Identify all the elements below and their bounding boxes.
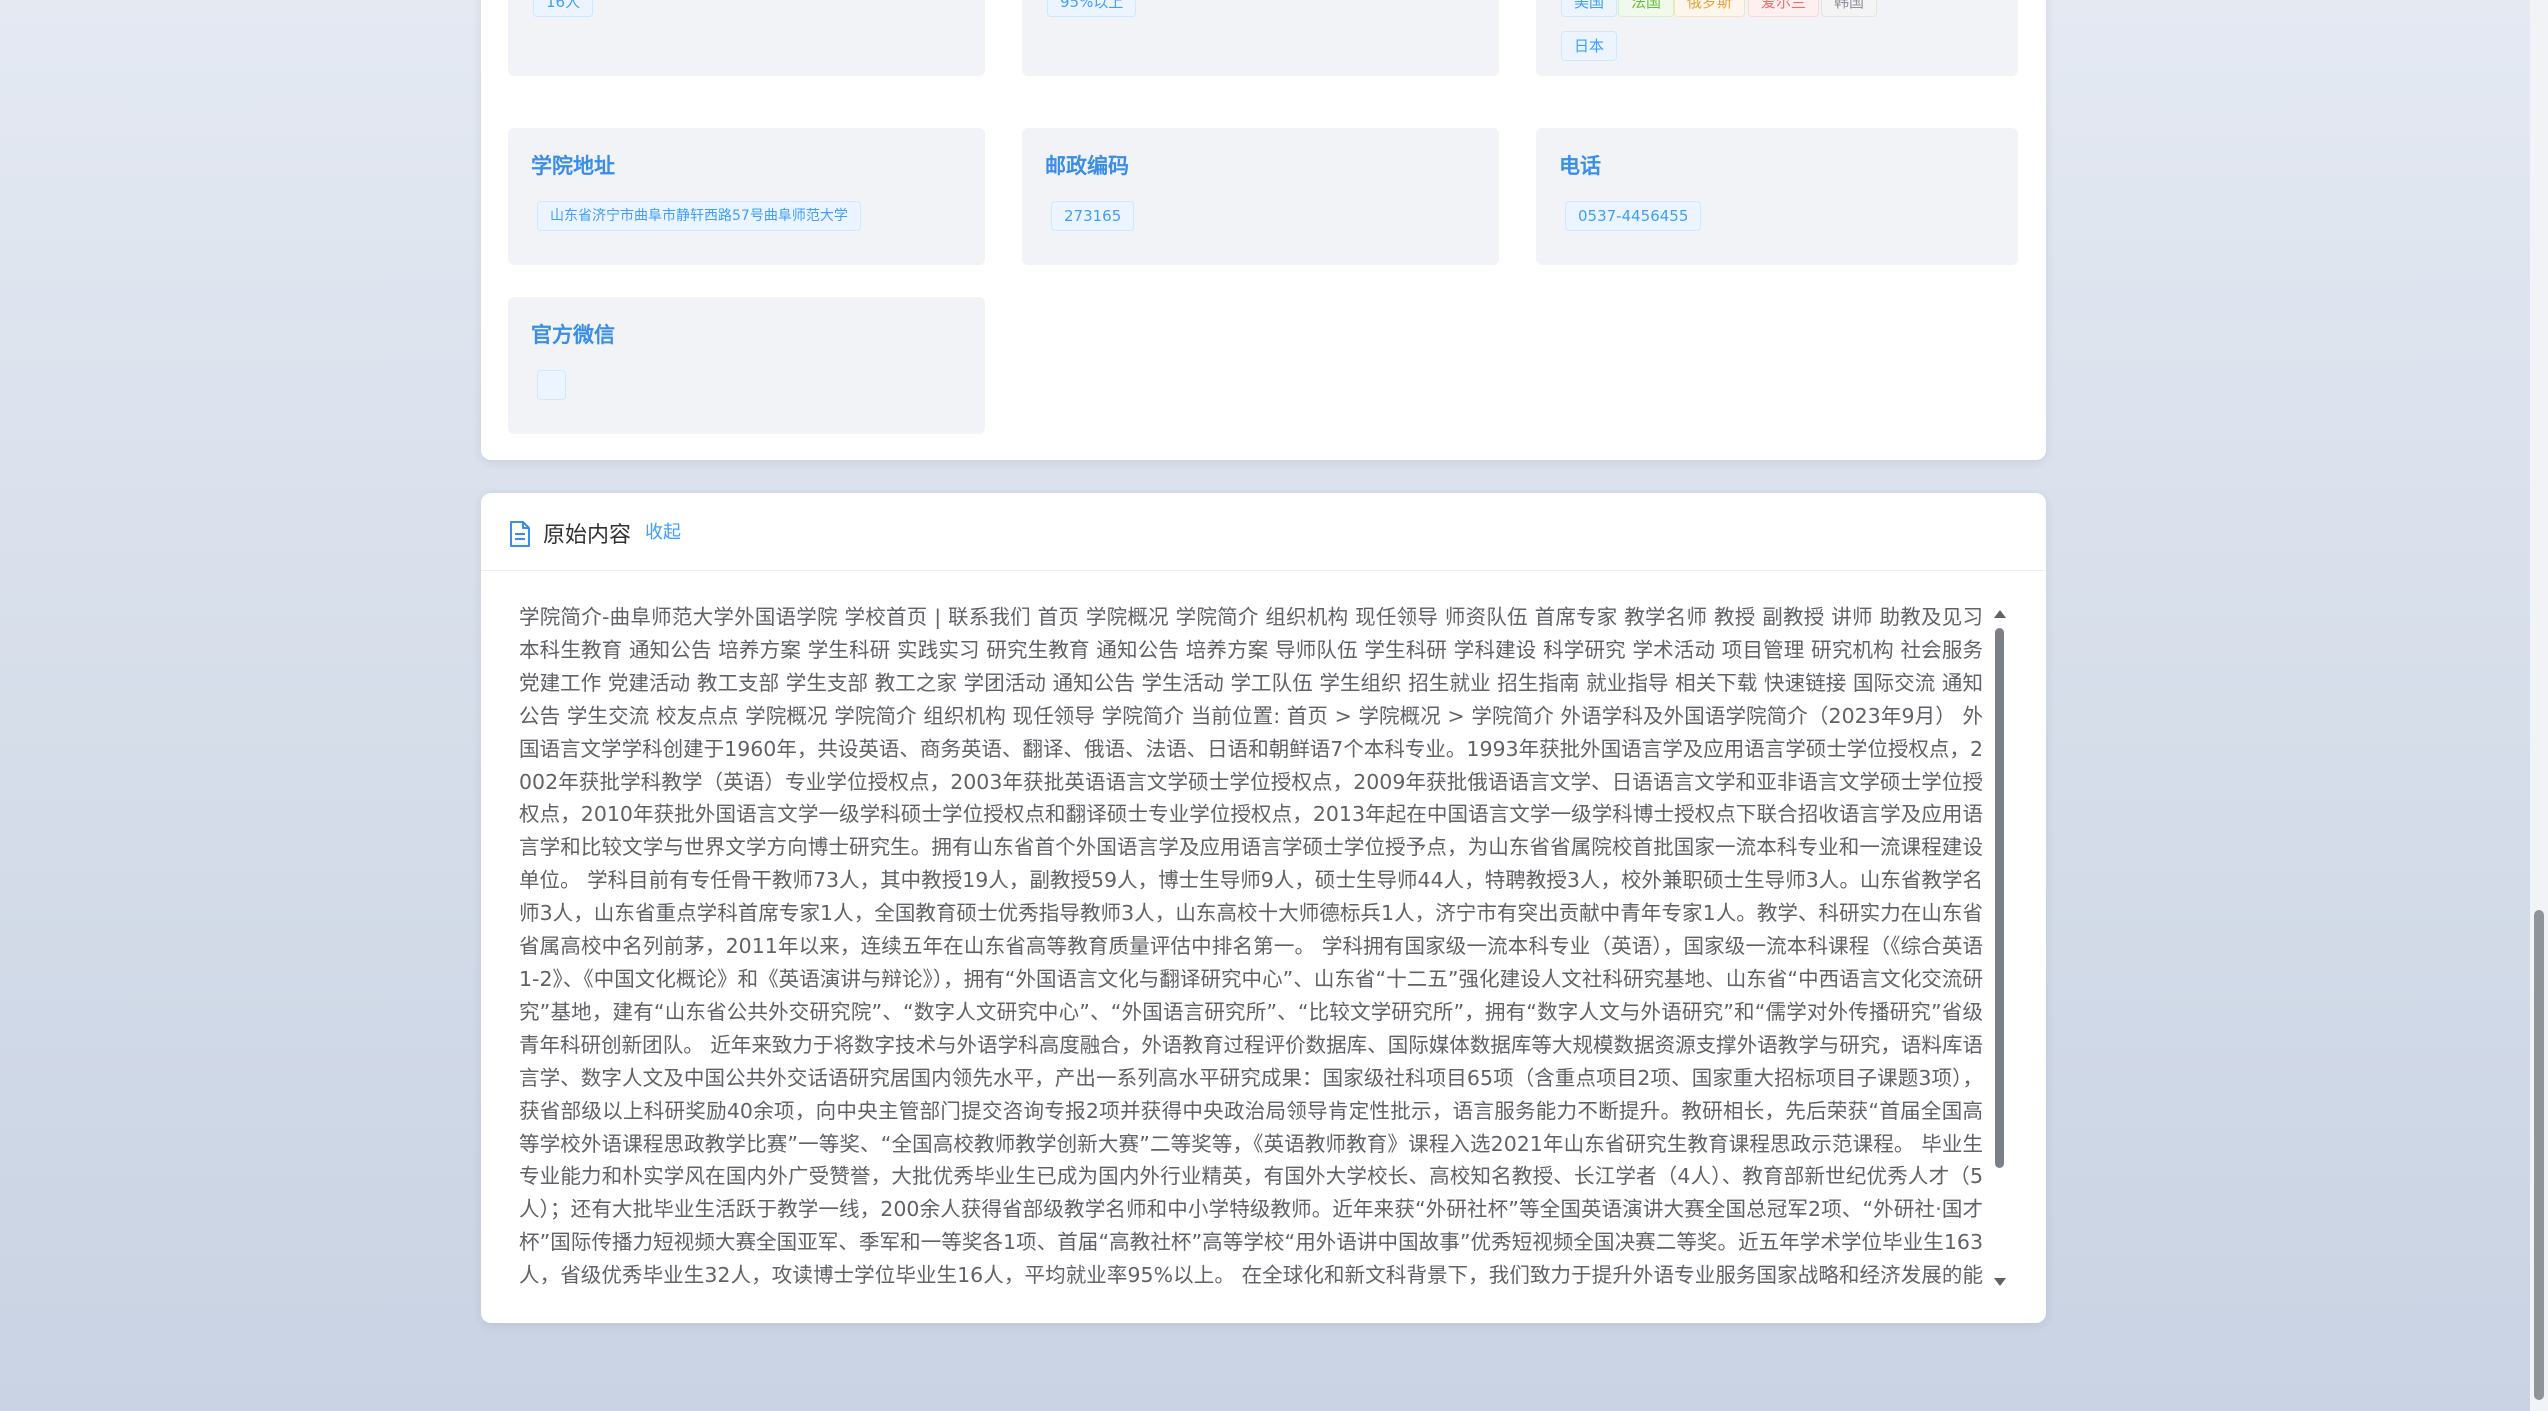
wechat-cell: 官方微信: [508, 297, 985, 434]
raw-content-header: 原始内容 收起: [481, 493, 2046, 571]
wechat-value: [537, 370, 566, 400]
page: 16人 95%以上 美国 法国 俄罗斯 爱尔兰 韩国 日本 学院地址 山东省济宁…: [0, 0, 2548, 1411]
address-value: 山东省济宁市曲阜市静轩西路57号曲阜师范大学: [537, 201, 861, 231]
raw-content-card: 原始内容 收起 学院简介-曲阜师范大学外国语学院 学校首页 | 联系我们 首页 …: [481, 493, 2046, 1323]
info-cell-1-tag: 16人: [533, 0, 594, 17]
page-scrollbar[interactable]: [2530, 0, 2548, 1411]
page-scroll-thumb[interactable]: [2534, 910, 2544, 1400]
country-tag: 法国: [1618, 0, 1675, 17]
postcode-value: 273165: [1051, 201, 1135, 231]
info-cell-2-tag: 95%以上: [1047, 0, 1137, 17]
country-tag: 俄罗斯: [1674, 0, 1746, 17]
info-cell-1: 16人: [508, 0, 985, 76]
address-title: 学院地址: [531, 154, 615, 178]
scroll-down-arrow-icon[interactable]: [1994, 1278, 2006, 1286]
raw-content-scrollbar[interactable]: [1993, 608, 2007, 1288]
raw-content-title: 原始内容: [543, 523, 632, 548]
country-tag: 爱尔兰: [1748, 0, 1820, 17]
country-tag: 美国: [1561, 0, 1618, 17]
scroll-up-arrow-icon[interactable]: [1994, 610, 2006, 618]
phone-title: 电话: [1559, 154, 1601, 178]
postcode-title: 邮政编码: [1045, 154, 1129, 178]
document-icon: [510, 521, 530, 547]
country-tag: 日本: [1561, 31, 1618, 61]
raw-content-scroll-thumb[interactable]: [1995, 628, 2004, 1168]
phone-cell: 电话 0537-4456455: [1536, 128, 2018, 265]
phone-value: 0537-4456455: [1565, 201, 1702, 231]
raw-content-body[interactable]: 学院简介-曲阜师范大学外国语学院 学校首页 | 联系我们 首页 学院概况 学院简…: [519, 601, 1983, 1293]
wechat-title: 官方微信: [531, 323, 615, 347]
raw-content-text: 学院简介-曲阜师范大学外国语学院 学校首页 | 联系我们 首页 学院概况 学院简…: [519, 605, 1983, 1288]
info-cell-2: 95%以上: [1022, 0, 1499, 76]
collapse-link[interactable]: 收起: [645, 518, 681, 544]
info-card: 16人 95%以上 美国 法国 俄罗斯 爱尔兰 韩国 日本 学院地址 山东省济宁…: [481, 0, 2046, 460]
postcode-cell: 邮政编码 273165: [1022, 128, 1499, 265]
info-cell-countries: 美国 法国 俄罗斯 爱尔兰 韩国 日本: [1536, 0, 2018, 76]
country-tag: 韩国: [1821, 0, 1878, 17]
address-cell: 学院地址 山东省济宁市曲阜市静轩西路57号曲阜师范大学: [508, 128, 985, 265]
